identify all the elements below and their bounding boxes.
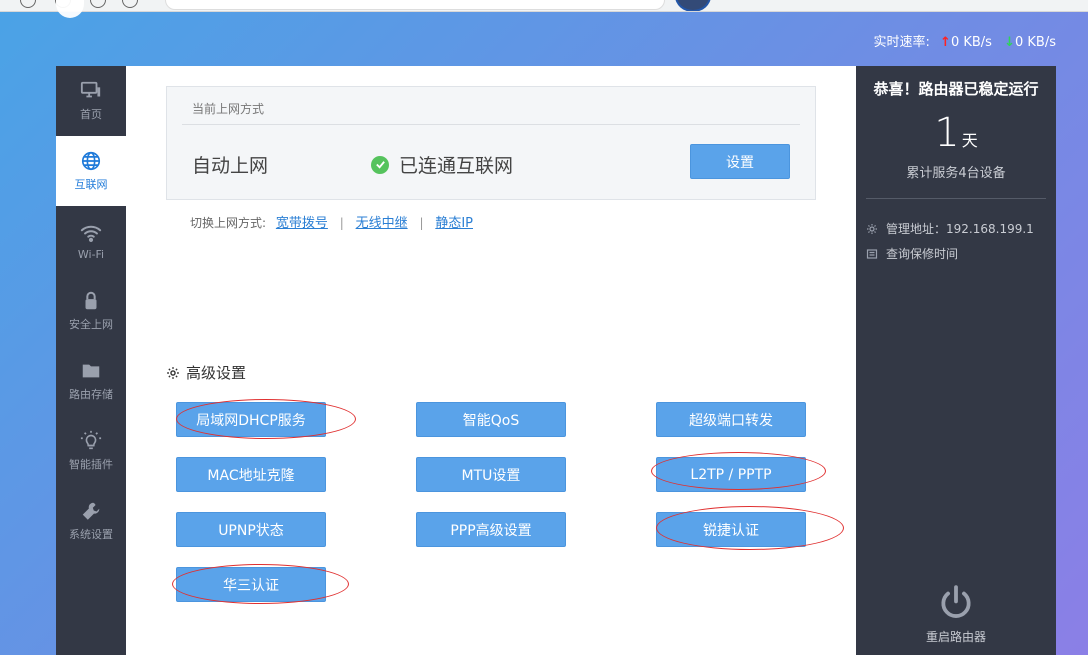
- browser-toolbar: [0, 0, 1088, 12]
- warranty-link[interactable]: 查询保修时间: [866, 245, 958, 262]
- divider: [182, 124, 800, 125]
- upnp-status-button[interactable]: UPNP状态: [176, 512, 326, 547]
- connection-status: 已连通互联网: [371, 151, 513, 178]
- served-devices: 累计服务4台设备: [906, 166, 1006, 181]
- nav-item-label: 首页: [80, 108, 102, 121]
- wrench-icon: [82, 502, 100, 520]
- nav-item-label: 智能插件: [69, 458, 113, 471]
- separator: |: [419, 216, 424, 230]
- smart-qos-button[interactable]: 智能QoS: [416, 402, 566, 437]
- ruijie-auth-button[interactable]: 锐捷认证: [656, 512, 806, 547]
- separator: |: [339, 216, 344, 230]
- nav-item-label: 互联网: [74, 178, 108, 191]
- mac-clone-button[interactable]: MAC地址克隆: [176, 457, 326, 492]
- wifi-icon: [80, 225, 102, 242]
- nav-item-home[interactable]: 首页: [56, 66, 126, 136]
- nav-item-label: 系统设置: [69, 528, 113, 541]
- port-forwarding-button[interactable]: 超级端口转发: [656, 402, 806, 437]
- router-logo: [56, 0, 84, 18]
- pppoe-link[interactable]: 宽带拨号: [276, 216, 328, 231]
- advanced-settings-label: 高级设置: [186, 364, 247, 382]
- nav-item-system[interactable]: 系统设置: [56, 486, 126, 556]
- uptime-days-unit: 天: [961, 131, 978, 150]
- address-bar[interactable]: [165, 0, 665, 10]
- wan-card-title: 当前上网方式: [192, 102, 265, 116]
- restart-router-label: 重启路由器: [925, 630, 986, 644]
- nav-item-internet[interactable]: 互联网: [56, 136, 126, 206]
- nav-item-storage[interactable]: 路由存储: [56, 346, 126, 416]
- upload-speed: 0 KB/s: [950, 35, 992, 50]
- upload-arrow-icon: ↑: [940, 35, 951, 50]
- connection-status-text: 已连通互联网: [399, 155, 514, 177]
- h3c-auth-button[interactable]: 华三认证: [176, 567, 326, 602]
- status-panel: 恭喜！路由器已稳定运行 1天 累计服务4台设备 管理地址：192.168.199…: [856, 66, 1056, 655]
- nav-item-label: 路由存储: [69, 388, 113, 401]
- wan-settings-button[interactable]: 设置: [690, 144, 790, 179]
- nav-item-label: Wi-Fi: [77, 247, 105, 261]
- nav-item-label: 安全上网: [69, 318, 113, 331]
- reload-icon[interactable]: [90, 0, 106, 8]
- download-speed: 0 KB/s: [1015, 35, 1056, 50]
- switch-wan-mode: 切换上网方式: 宽带拨号 | 无线中继 | 静态IP: [190, 212, 473, 231]
- divider: [866, 198, 1046, 199]
- nav-item-wifi[interactable]: Wi-Fi: [56, 206, 126, 276]
- check-circle-icon: [371, 155, 389, 174]
- sidebar: 首页 互联网 Wi-Fi 安全上网 路由存储 智能插件 系统设置: [56, 66, 126, 655]
- star-icon[interactable]: [122, 0, 138, 8]
- uptime-title: 恭喜！路由器已稳定运行: [873, 80, 1039, 98]
- back-icon[interactable]: [20, 0, 36, 8]
- download-arrow-icon: ↓: [1004, 35, 1015, 50]
- wan-status-card: 当前上网方式 自动上网 已连通互联网 设置: [166, 86, 816, 200]
- folder-icon: [82, 364, 100, 378]
- globe-icon: [81, 151, 101, 171]
- static-ip-link[interactable]: 静态IP: [435, 216, 473, 231]
- gear-icon: [167, 366, 179, 379]
- nav-item-security[interactable]: 安全上网: [56, 276, 126, 346]
- power-icon: [941, 585, 971, 618]
- realtime-speed: 实时速率: ↑0 KB/s ↓0 KB/s: [874, 31, 1056, 50]
- uptime-days-value: 1: [934, 110, 960, 156]
- wireless-repeater-link[interactable]: 无线中继: [356, 216, 408, 231]
- bulb-icon: [80, 430, 102, 450]
- mtu-settings-button[interactable]: MTU设置: [416, 457, 566, 492]
- admin-address-text: 管理地址：192.168.199.1: [886, 222, 1034, 236]
- warranty-text: 查询保修时间: [886, 247, 959, 261]
- monitor-icon: [80, 81, 101, 98]
- wan-mode: 自动上网: [192, 155, 269, 177]
- list-icon: [866, 248, 878, 259]
- ppp-advanced-button[interactable]: PPP高级设置: [416, 512, 566, 547]
- admin-address: 管理地址：192.168.199.1: [866, 220, 1034, 237]
- dhcp-service-button[interactable]: 局域网DHCP服务: [176, 402, 326, 437]
- uptime-days: 1天: [856, 110, 1056, 156]
- speed-label: 实时速率:: [873, 35, 930, 50]
- advanced-settings-title: 高级设置: [166, 362, 246, 383]
- gear-icon: [867, 223, 877, 234]
- l2tp-pptp-button[interactable]: L2TP / PPTP: [656, 457, 806, 492]
- profile-avatar[interactable]: [675, 0, 711, 11]
- switch-label: 切换上网方式:: [190, 216, 267, 230]
- main-content: 当前上网方式 自动上网 已连通互联网 设置 切换上网方式: 宽带拨号 | 无线中…: [126, 66, 856, 655]
- restart-router-button[interactable]: 重启路由器: [856, 584, 1056, 645]
- nav-item-plugins[interactable]: 智能插件: [56, 416, 126, 486]
- lock-icon: [85, 291, 97, 310]
